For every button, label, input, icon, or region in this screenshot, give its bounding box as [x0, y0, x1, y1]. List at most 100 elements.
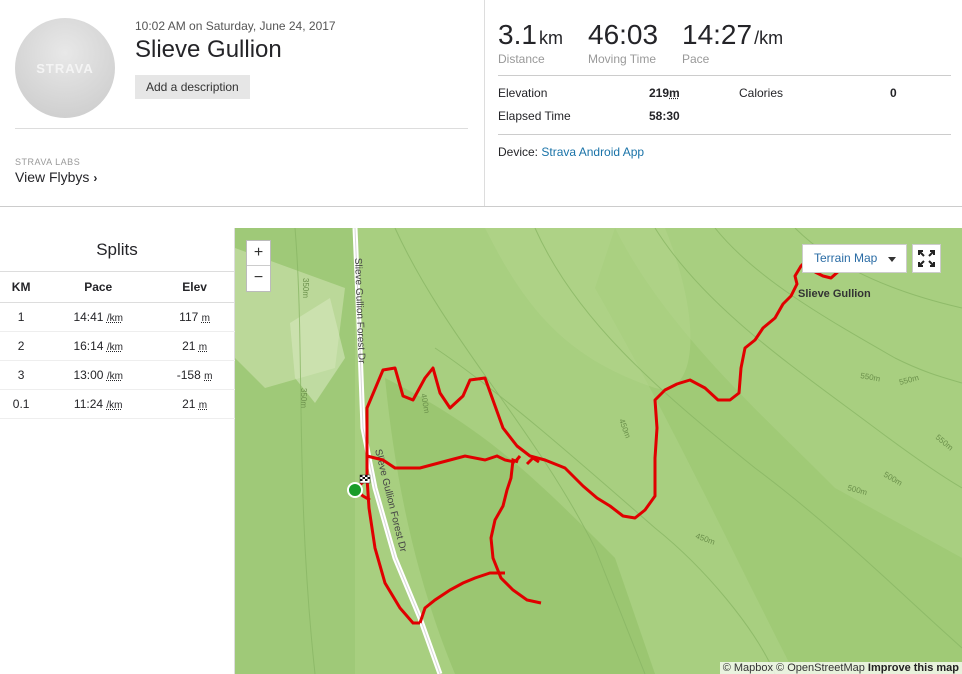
elapsed-time-value: 58:30 — [649, 109, 680, 123]
caret-down-icon — [888, 257, 896, 262]
elevation-unit: m — [669, 86, 680, 100]
split-km: 1 — [0, 302, 43, 332]
split-elev: -158 m — [154, 360, 235, 390]
terrain-map-dropdown[interactable]: Terrain Map — [802, 244, 907, 273]
add-description-button[interactable]: Add a description — [135, 75, 250, 99]
elev-unit: m — [198, 341, 208, 353]
table-row: 2 16:14 /km 21 m — [0, 331, 235, 361]
svg-text:550m: 550m — [860, 371, 882, 383]
svg-text:350m: 350m — [299, 388, 308, 408]
device-link[interactable]: Strava Android App — [541, 145, 644, 159]
table-row: 3 13:00 /km -158 m — [0, 360, 235, 390]
pace-value: 14:27 — [682, 19, 753, 50]
splits-header-row: KM Pace Elev — [0, 272, 235, 303]
splits-title: Splits — [0, 228, 234, 272]
elev-unit: m — [198, 399, 208, 411]
splits-panel: Splits KM Pace Elev 1 14:41 /km 117 m 2 … — [0, 228, 235, 674]
view-flybys-link[interactable]: View Flybys › — [15, 169, 97, 185]
split-pace-value: 14:41 — [73, 309, 104, 324]
svg-text:450m: 450m — [694, 531, 716, 546]
elev-unit: m — [204, 370, 213, 382]
device-info: Device: Strava Android App — [498, 145, 644, 159]
attribution-text[interactable]: © Mapbox © OpenStreetMap — [723, 662, 865, 674]
view-flybys-label[interactable]: View Flybys — [15, 169, 89, 185]
finish-flag-icon — [359, 474, 371, 484]
elev-unit: m — [201, 312, 210, 324]
stat-distance: 3.1 km Distance — [498, 19, 563, 66]
split-elev-value: 117 — [179, 309, 199, 324]
elevation-value: 219m — [649, 86, 680, 100]
map-attribution: © Mapbox © OpenStreetMap Improve this ma… — [719, 662, 962, 674]
split-pace-value: 11:24 — [73, 396, 104, 411]
activity-datetime: 10:02 AM on Saturday, June 24, 2017 — [135, 19, 336, 33]
divider — [484, 0, 485, 206]
table-row: 0.1 11:24 /km 21 m — [0, 389, 235, 419]
svg-text:500m: 500m — [846, 483, 868, 497]
zoom-in-button[interactable]: + — [247, 241, 270, 266]
strava-logo: STRAVA — [36, 60, 94, 76]
zoom-out-button[interactable]: − — [247, 266, 270, 291]
activity-header: STRAVA 10:02 AM on Saturday, June 24, 20… — [0, 0, 962, 207]
pace-unit: /km — [106, 370, 123, 382]
distance-value: 3.1 — [498, 19, 537, 50]
calories-value: 0 — [890, 86, 897, 100]
distance-label: Distance — [498, 52, 545, 66]
zoom-controls: + − — [246, 240, 271, 292]
moving-time-label: Moving Time — [588, 52, 657, 66]
col-header-km: KM — [0, 272, 43, 303]
split-pace: 11:24 /km — [42, 389, 155, 419]
chevron-right-icon: › — [93, 171, 98, 185]
col-header-pace: Pace — [42, 272, 155, 303]
terrain-map-label: Terrain Map — [814, 251, 878, 265]
fullscreen-button[interactable] — [912, 244, 941, 273]
split-elev: 117 m — [154, 302, 235, 332]
strava-labs-label: STRAVA LABS — [15, 157, 81, 167]
table-row: 1 14:41 /km 117 m — [0, 302, 235, 332]
split-pace: 16:14 /km — [42, 331, 155, 361]
avatar[interactable]: STRAVA — [15, 18, 115, 118]
svg-text:450m: 450m — [617, 418, 632, 440]
peak-label: Slieve Gullion — [798, 288, 871, 300]
pace-label: Pace — [682, 52, 710, 66]
elevation-label: Elevation — [498, 86, 548, 100]
activity-title: Slieve Gullion — [135, 36, 282, 63]
svg-text:500m: 500m — [882, 470, 904, 488]
elevation-number: 219 — [649, 86, 670, 100]
calories-label: Calories — [739, 86, 784, 100]
fullscreen-icon — [918, 250, 935, 267]
svg-text:550m: 550m — [934, 433, 955, 453]
terrain-area — [485, 228, 691, 389]
route-map[interactable]: Slieve Gullion Forest Dr Slieve Gullion … — [235, 228, 962, 674]
svg-text:350m: 350m — [301, 278, 310, 298]
divider — [15, 128, 468, 129]
splits-table: KM Pace Elev 1 14:41 /km 117 m 2 16:14 /… — [0, 272, 235, 419]
elapsed-time-label: Elapsed Time — [498, 109, 571, 123]
stat-pace: 14:27/km Pace — [682, 19, 783, 66]
pace-unit: /km — [754, 28, 784, 48]
divider — [498, 134, 951, 135]
split-elev-value: 21 — [182, 396, 196, 411]
pace-unit: /km — [106, 341, 123, 353]
split-pace-value: 13:00 — [73, 367, 104, 382]
map-canvas[interactable]: Slieve Gullion Forest Dr Slieve Gullion … — [235, 228, 962, 674]
split-pace: 13:00 /km — [42, 360, 155, 390]
pace-unit: /km — [106, 399, 123, 411]
split-km: 3 — [0, 360, 43, 390]
split-elev: 21 m — [154, 331, 235, 361]
split-pace: 14:41 /km — [42, 302, 155, 332]
split-km: 0.1 — [0, 389, 43, 419]
start-marker-icon — [347, 482, 363, 498]
divider — [498, 75, 951, 76]
distance-unit: km — [538, 28, 563, 48]
split-elev: 21 m — [154, 389, 235, 419]
split-elev-value: -158 — [176, 367, 201, 382]
moving-time-value: 46:03 — [588, 19, 659, 50]
split-elev-value: 21 — [182, 338, 196, 353]
col-header-elev: Elev — [154, 272, 235, 303]
svg-text:550m: 550m — [898, 373, 920, 387]
split-pace-value: 16:14 — [73, 338, 104, 353]
device-label: Device: — [498, 145, 539, 159]
pace-unit: /km — [106, 312, 123, 324]
stat-moving-time: 46:03 Moving Time — [588, 19, 658, 66]
improve-map-link[interactable]: Improve this map — [868, 662, 959, 674]
